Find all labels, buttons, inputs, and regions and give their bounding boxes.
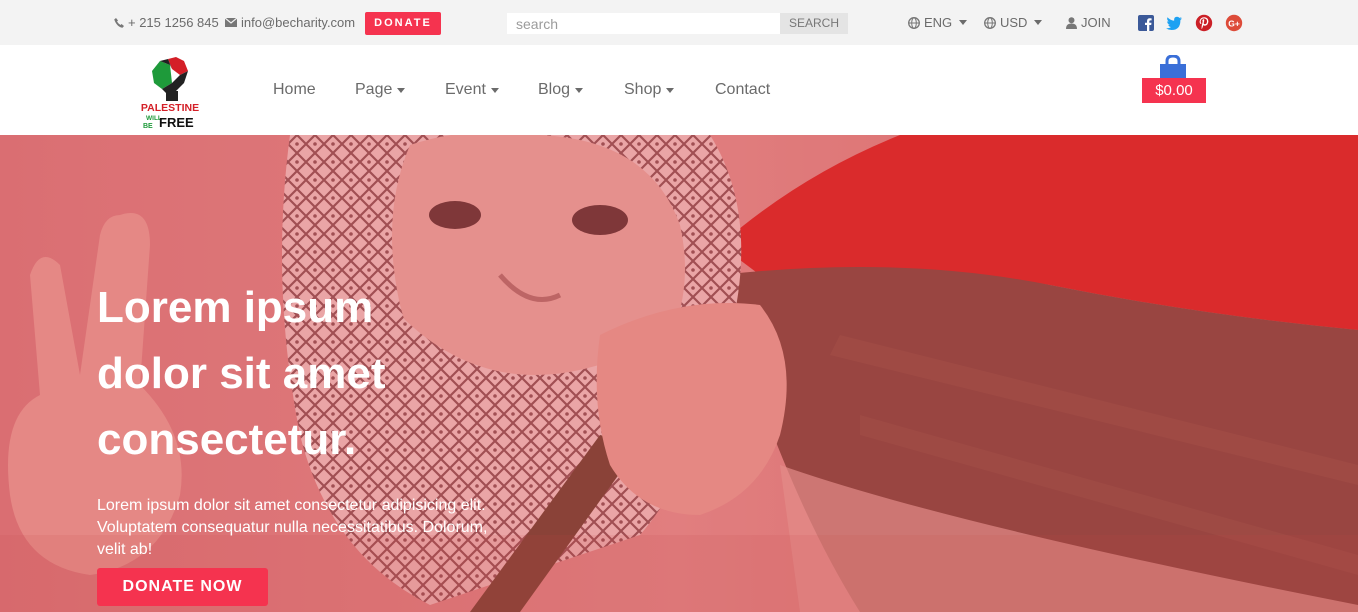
join-label: JOIN (1081, 15, 1111, 30)
nav-label: Blog (538, 81, 571, 98)
nav-item-page[interactable]: Page (355, 81, 406, 99)
globe-icon (908, 16, 920, 29)
language-label: ENG (924, 15, 953, 30)
nav-label: Event (445, 81, 486, 98)
email-contact[interactable]: info@becharity.com (225, 15, 355, 30)
pinterest-icon[interactable] (1195, 14, 1213, 32)
twitter-icon[interactable] (1165, 14, 1183, 32)
logo-text-free: FREE (159, 115, 194, 129)
logo-text-be: BE (143, 123, 153, 129)
phone-number: + 215 1256 845 (128, 15, 219, 30)
phone-contact[interactable]: + 215 1256 845 (114, 15, 219, 30)
nav-item-event[interactable]: Event (445, 81, 499, 99)
hero-title-line: dolor sit amet (97, 349, 386, 398)
main-navbar: PALESTINE WILL BE FREE Home Page Event B… (0, 45, 1358, 135)
logo-text-palestine: PALESTINE (141, 102, 199, 114)
chevron-down-icon (959, 20, 968, 25)
hero-banner: Lorem ipsum dolor sit amet consectetur. … (0, 135, 1358, 612)
nav-label: Contact (715, 81, 771, 98)
email-address: info@becharity.com (241, 15, 356, 30)
site-logo[interactable]: PALESTINE WILL BE FREE (140, 53, 200, 129)
search-input[interactable] (507, 13, 780, 34)
chevron-down-icon (666, 87, 675, 93)
chevron-down-icon (1034, 20, 1043, 25)
shopping-bag-icon[interactable] (1158, 55, 1188, 79)
nav-item-contact[interactable]: Contact (715, 81, 770, 99)
hero-title: Lorem ipsum dolor sit amet consectetur. (97, 275, 517, 473)
donate-now-button[interactable]: DONATE NOW (97, 568, 268, 606)
google-plus-icon[interactable]: G+ (1225, 14, 1243, 32)
chevron-down-icon (397, 87, 406, 93)
facebook-icon[interactable] (1137, 14, 1155, 32)
user-icon (1066, 16, 1077, 29)
top-bar: + 215 1256 845 info@becharity.com DONATE… (0, 0, 1358, 45)
hero-title-line: Lorem ipsum (97, 283, 374, 332)
nav-item-shop[interactable]: Shop (624, 81, 675, 99)
nav-label: Shop (624, 81, 662, 98)
cart-total[interactable]: $0.00 (1142, 78, 1206, 103)
chevron-down-icon (575, 87, 584, 93)
hero-description: Lorem ipsum dolor sit amet consectetur a… (97, 497, 488, 558)
currency-label: USD (1000, 15, 1028, 30)
phone-icon (114, 17, 124, 28)
svg-text:G+: G+ (1228, 18, 1240, 28)
nav-label: Page (355, 81, 393, 98)
globe-icon (984, 16, 996, 29)
join-link[interactable]: JOIN (1066, 15, 1111, 30)
nav-item-home[interactable]: Home (273, 81, 316, 99)
nav-item-blog[interactable]: Blog (538, 81, 584, 99)
nav-label: Home (273, 81, 316, 98)
currency-selector[interactable]: USD (984, 15, 1043, 30)
language-selector[interactable]: ENG (908, 15, 968, 30)
donate-button[interactable]: DONATE (365, 12, 441, 35)
search-button[interactable]: SEARCH (780, 13, 848, 34)
chevron-down-icon (490, 87, 499, 93)
hero-title-line: consectetur. (97, 415, 357, 464)
envelope-icon (225, 18, 237, 27)
